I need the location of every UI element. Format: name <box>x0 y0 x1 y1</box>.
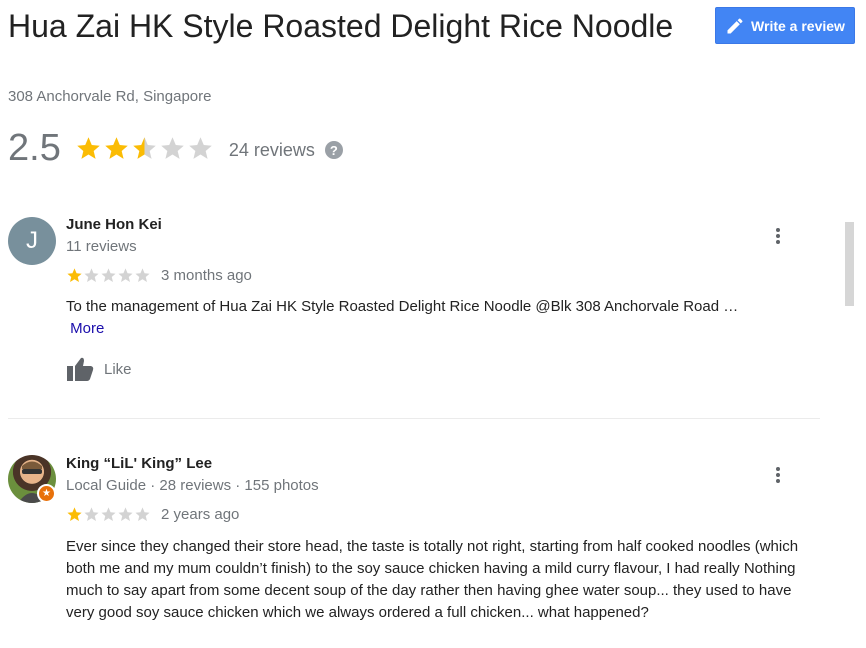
star-icon <box>105 136 128 159</box>
review-rating: 2 years ago <box>66 506 239 523</box>
review-author-name[interactable]: June Hon Kei <box>66 216 162 233</box>
avatar[interactable]: J <box>8 217 56 265</box>
star-icon <box>84 507 99 522</box>
star-icon <box>135 268 150 283</box>
place-title: Hua Zai HK Style Roasted Delight Rice No… <box>8 8 674 44</box>
write-review-label: Write a review <box>751 17 845 34</box>
like-button[interactable]: Like <box>66 356 132 382</box>
more-options-icon[interactable] <box>770 226 786 246</box>
review-author-meta[interactable]: Local Guide · 28 reviews · 155 photos <box>66 477 319 494</box>
review-stars <box>66 506 151 523</box>
star-icon <box>67 268 82 283</box>
star-icon <box>84 268 99 283</box>
like-label: Like <box>104 360 132 378</box>
review-text: To the management of Hua Zai HK Style Ro… <box>66 296 811 340</box>
star-icon <box>161 136 184 159</box>
place-address: 308 Anchorvale Rd, Singapore <box>8 88 212 105</box>
review-rating: 3 months ago <box>66 267 252 284</box>
local-guide-badge-icon: ★ <box>37 484 56 503</box>
more-options-icon[interactable] <box>770 465 786 485</box>
star-icon <box>67 507 82 522</box>
scrollbar-thumb[interactable] <box>845 222 854 306</box>
review-author-meta[interactable]: 11 reviews <box>66 238 137 255</box>
star-icon <box>189 136 212 159</box>
star-icon <box>133 136 156 159</box>
thumbs-up-icon <box>67 357 94 381</box>
review-divider <box>8 418 820 419</box>
pencil-icon <box>727 17 743 33</box>
review-text-content: To the management of Hua Zai HK Style Ro… <box>66 298 739 315</box>
total-review-count[interactable]: 24 reviews <box>229 140 315 161</box>
star-icon <box>101 507 116 522</box>
review-text: Ever since they changed their store head… <box>66 538 799 621</box>
star-icon <box>77 136 100 159</box>
star-icon <box>101 268 116 283</box>
star-icon <box>135 507 150 522</box>
review-author-name[interactable]: King “LiL' King” Lee <box>66 455 212 472</box>
review-stars <box>66 267 151 284</box>
rating-summary: 2.5 24 reviews ? <box>8 126 343 170</box>
more-link[interactable]: More <box>70 320 104 337</box>
star-icon <box>118 507 133 522</box>
star-icon <box>118 268 133 283</box>
average-rating-stars <box>75 135 215 162</box>
average-rating: 2.5 <box>8 127 61 169</box>
help-icon[interactable]: ? <box>324 141 343 159</box>
write-review-button[interactable]: Write a review <box>715 7 855 44</box>
review-time: 2 years ago <box>161 506 240 523</box>
review-time: 3 months ago <box>161 267 252 284</box>
